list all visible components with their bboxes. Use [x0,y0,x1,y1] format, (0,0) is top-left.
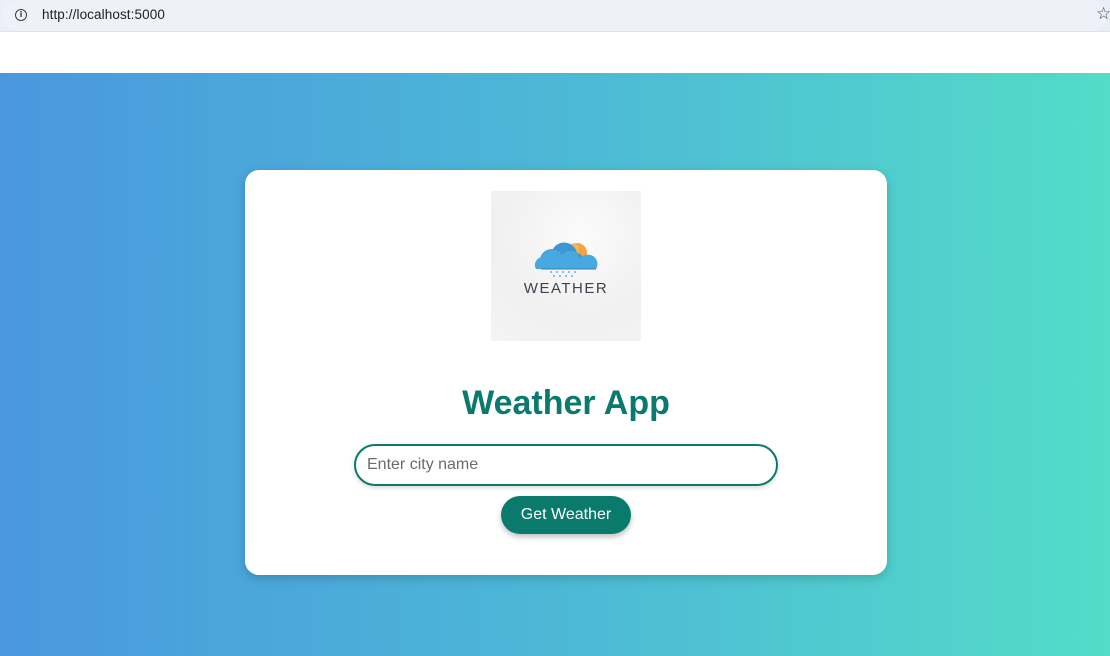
bookmark-star-icon[interactable]: ☆ [1096,4,1110,24]
logo-wordmark: WEATHER [523,280,609,297]
get-weather-button[interactable]: Get Weather [501,496,631,534]
weather-logo-image: WEATHER [491,191,641,341]
weather-card: WEATHER Weather App Get Weather [245,170,887,575]
page-top-strip [0,32,1110,73]
page-background: WEATHER Weather App Get Weather [0,73,1110,656]
city-search-input[interactable] [354,444,778,486]
site-info-icon[interactable]: i [15,9,27,21]
cloud-sun-rain-icon [534,242,598,277]
address-bar[interactable]: i http://localhost:5000 [2,0,1106,31]
page-title: Weather App [462,384,670,422]
url-text[interactable]: http://localhost:5000 [42,7,165,22]
browser-toolbar: i http://localhost:5000 ☆ [0,0,1110,32]
